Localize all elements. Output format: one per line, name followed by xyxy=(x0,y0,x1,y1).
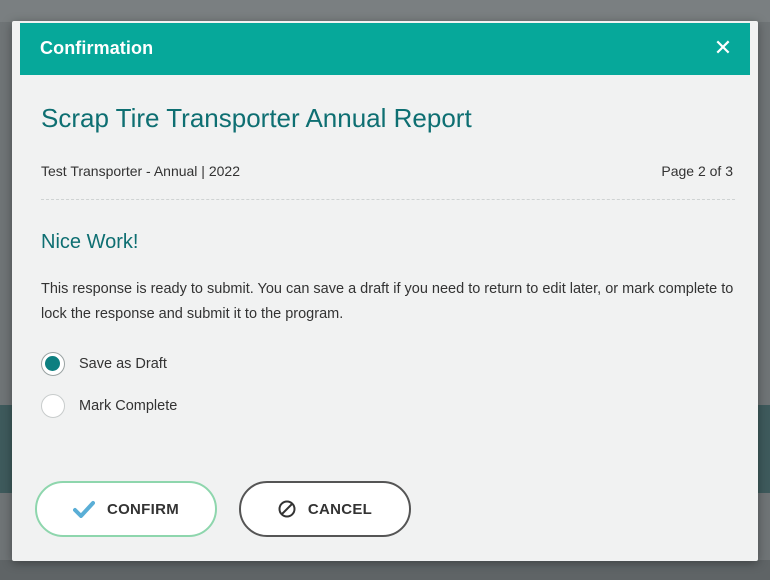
option-label: Mark Complete xyxy=(79,398,178,414)
option-save-as-draft[interactable]: Save as Draft xyxy=(41,351,167,377)
radio-mark-complete[interactable] xyxy=(41,394,65,418)
response-name: Test Transporter - Annual | 2022 xyxy=(41,163,240,179)
ban-icon xyxy=(278,500,296,518)
report-title: Scrap Tire Transporter Annual Report xyxy=(41,103,472,133)
background-page-top xyxy=(0,0,770,22)
close-icon[interactable]: ✕ xyxy=(710,35,736,61)
submit-description: This response is ready to submit. You ca… xyxy=(41,281,734,322)
cancel-label: CANCEL xyxy=(307,500,373,518)
confirmation-dialog: Confirmation ✕ Scrap Tire Transporter An… xyxy=(12,21,758,561)
checkmark-icon xyxy=(72,500,95,518)
confirm-button[interactable]: CONFIRM xyxy=(35,481,217,537)
radio-save-as-draft[interactable] xyxy=(41,352,65,376)
option-mark-complete[interactable]: Mark Complete xyxy=(41,393,177,419)
confirm-label: CONFIRM xyxy=(106,500,180,518)
success-heading: Nice Work! xyxy=(41,231,139,253)
option-label: Save as Draft xyxy=(79,356,167,372)
cancel-button[interactable]: CANCEL xyxy=(239,481,411,537)
divider xyxy=(41,199,735,200)
dialog-title: Confirmation xyxy=(40,38,154,58)
page-indicator: Page 2 of 3 xyxy=(661,163,733,179)
dialog-header: Confirmation ✕ xyxy=(20,23,750,75)
background-page-bottom xyxy=(0,560,770,580)
